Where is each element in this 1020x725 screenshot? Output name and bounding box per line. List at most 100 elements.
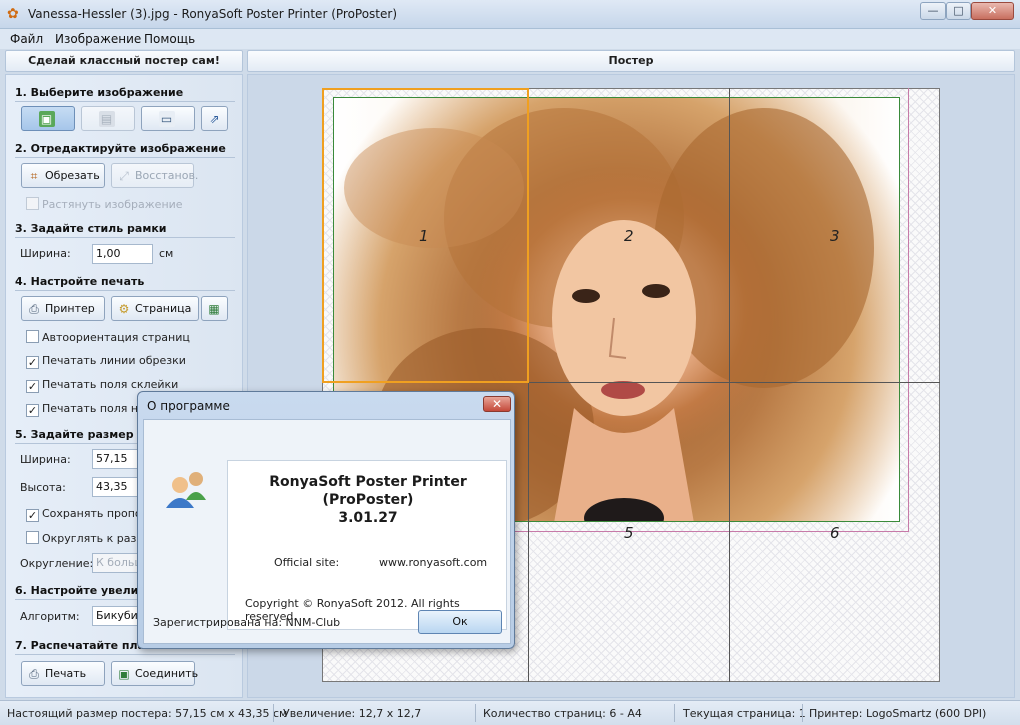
restore-icon: ⤢ [119, 169, 129, 183]
frame-width-label: Ширина: [20, 247, 71, 260]
print-overlap-fields-label: Печатать поля нах [42, 402, 152, 415]
status-current-page: Текущая страница: 1 [683, 707, 806, 720]
auto-orientation-checkbox[interactable]: Автоориентация страниц [26, 330, 190, 344]
printer-icon: ⎙ [29, 302, 39, 316]
auto-orientation-label: Автоориентация страниц [42, 331, 190, 344]
status-separator [674, 704, 675, 722]
maximize-button[interactable]: □ [946, 2, 971, 20]
product-version: 3.01.27 [338, 510, 398, 526]
tile-number: 3 [830, 227, 840, 245]
crop-label: Обрезать [45, 169, 100, 182]
print-cut-lines-checkbox[interactable]: ✓ Печатать линии обрезки [26, 354, 186, 369]
tile-divider [729, 88, 730, 682]
open-image-icon: ▣ [38, 111, 55, 127]
printer-button[interactable]: ⎙ Принтер [21, 296, 105, 321]
external-link-icon: ⇗ [209, 112, 220, 126]
glue-margin-line [908, 88, 909, 532]
keep-proportions-label: Сохранять пропор [42, 507, 149, 520]
checkbox-checked: ✓ [26, 509, 39, 522]
status-bar: Настоящий размер постера: 57,15 см x 43,… [0, 700, 1020, 725]
open-image-button[interactable]: ▣ [21, 106, 75, 131]
page-settings-icon: ⚙ [118, 302, 130, 316]
join-button[interactable]: ▣ Соединить [111, 661, 199, 686]
restore-label: Восстанов. [135, 169, 199, 182]
status-real-size: Настоящий размер постера: 57,15 см x 43,… [7, 707, 288, 720]
print-label: Печать [45, 667, 87, 680]
tile-number: 1 [419, 227, 429, 245]
window-title: Vanessa-Hessler (3).jpg - RonyaSoft Post… [28, 7, 398, 21]
section-print-setup: 4. Настройте печать [15, 275, 145, 288]
frame-width-input[interactable]: 1,00 [92, 244, 153, 264]
rounding-label: Округление: [20, 557, 94, 570]
about-info-panel: RonyaSoft Poster Printer (ProPoster) 3.0… [227, 460, 507, 630]
status-page-count: Количество страниц: 6 - A4 [483, 707, 642, 720]
checkbox-checked: ✓ [26, 356, 39, 369]
crop-button[interactable]: ⌗ Обрезать [21, 163, 105, 188]
round-to-page-size-checkbox[interactable]: Округлять к разме [26, 531, 151, 545]
butterfly-app-icon: ✿ [7, 6, 19, 22]
print-glue-fields-label: Печатать поля склейки [42, 378, 179, 391]
left-panel-header: Сделай классный постер сам! [5, 50, 243, 72]
tile-number: 6 [830, 524, 840, 542]
divider [15, 654, 235, 655]
page-setup-button[interactable]: ⚙ Страница [111, 296, 199, 321]
preview-icon: ▦ [208, 302, 220, 316]
poster-width-label: Ширина: [20, 453, 71, 466]
minimize-button[interactable]: — [920, 2, 946, 20]
registration-text: Зарегистрирована на: NNM-Club [153, 616, 341, 629]
join-label: Соединить [135, 667, 199, 680]
page-setup-label: Страница [135, 302, 192, 315]
product-name: RonyaSoft Poster Printer [269, 474, 467, 490]
paste-image-button[interactable]: ▤ [81, 106, 135, 131]
status-printer: Принтер: LogoSmartz (600 DPI) [809, 707, 987, 720]
checkbox-box [26, 531, 39, 544]
menu-image[interactable]: Изображение [55, 32, 141, 46]
print-button[interactable]: ⎙ Печать [21, 661, 105, 686]
printer-icon: ⎙ [29, 667, 39, 681]
tile-number: 2 [624, 227, 634, 245]
official-site-label: Official site: [274, 556, 340, 569]
product-edition: (ProPoster) [322, 492, 414, 508]
checkbox-checked: ✓ [26, 380, 39, 393]
checkbox-box [26, 330, 39, 343]
stretch-image-label: Растянуть изображение [42, 198, 183, 211]
section-frame-style: 3. Задайте стиль рамки [15, 222, 167, 235]
divider [15, 101, 235, 102]
users-icon [166, 472, 206, 508]
external-open-button[interactable]: ⇗ [201, 106, 228, 131]
ok-button[interactable]: Ок [418, 610, 502, 634]
stretch-image-checkbox[interactable]: Растянуть изображение [26, 197, 183, 211]
close-window-button[interactable]: ✕ [971, 2, 1014, 20]
status-zoom: Увеличение: 12,7 x 12,7 [283, 707, 422, 720]
print-preview-button[interactable]: ▦ [201, 296, 228, 321]
title-bar: ✿ Vanessa-Hessler (3).jpg - RonyaSoft Po… [0, 0, 1020, 29]
print-cut-lines-label: Печатать линии обрезки [42, 354, 186, 367]
round-to-page-size-label: Округлять к разме [42, 532, 152, 545]
checkbox-checked: ✓ [26, 404, 39, 417]
keep-proportions-checkbox[interactable]: ✓ Сохранять пропор [26, 507, 149, 522]
clipboard-icon: ▤ [98, 111, 115, 127]
section-poster-size: 5. Задайте размер по [15, 428, 153, 441]
tile-number: 5 [624, 524, 634, 542]
menu-bar: Файл Изображение Помощь [0, 29, 1020, 49]
poster-height-label: Высота: [20, 481, 66, 494]
printer-label: Принтер [45, 302, 95, 315]
status-separator [802, 704, 803, 722]
poster-panel-header: Постер [247, 50, 1015, 72]
scanner-icon: ▭ [158, 111, 175, 127]
scan-image-button[interactable]: ▭ [141, 106, 195, 131]
frame-width-unit: см [159, 247, 174, 260]
official-site-link[interactable]: www.ronyasoft.com [379, 556, 487, 569]
status-separator [273, 704, 274, 722]
divider [15, 290, 235, 291]
section-select-image: 1. Выберите изображение [15, 86, 184, 99]
divider [15, 157, 235, 158]
divider [15, 237, 235, 238]
about-dialog-close-button[interactable]: ✕ [483, 396, 511, 412]
restore-button[interactable]: ⤢ Восстанов. [111, 163, 198, 188]
print-overlap-fields-checkbox[interactable]: ✓ Печатать поля нах [26, 402, 151, 417]
checkbox-box [26, 197, 39, 210]
crop-icon: ⌗ [30, 169, 38, 183]
menu-help[interactable]: Помощь [144, 32, 195, 46]
menu-file[interactable]: Файл [10, 32, 43, 46]
